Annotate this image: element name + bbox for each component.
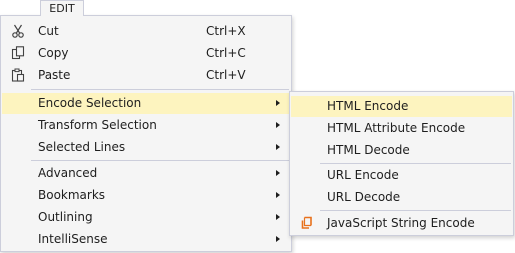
menu-item-advanced[interactable]: Advanced xyxy=(2,163,290,184)
screen: EDIT Cut Ctrl+X Copy Ctrl+C Paste Ctrl+V… xyxy=(0,0,515,253)
menu-item-html-encode[interactable]: HTML Encode xyxy=(291,96,512,117)
submenu-arrow-icon xyxy=(276,100,280,106)
submenu-arrow-icon xyxy=(276,122,280,128)
menu-item-label: URL Decode xyxy=(327,190,401,204)
menu-item-selected-lines[interactable]: Selected Lines xyxy=(2,137,290,158)
menu-item-label: Cut xyxy=(38,24,59,38)
paste-icon xyxy=(10,67,26,83)
javascript-encode-icon xyxy=(299,215,315,231)
menu-item-label: URL Encode xyxy=(327,168,399,182)
menu-separator xyxy=(31,89,289,90)
menu-separator xyxy=(320,210,511,211)
menu-item-paste[interactable]: Paste Ctrl+V xyxy=(2,65,290,86)
menu-item-label: HTML Attribute Encode xyxy=(327,121,466,135)
menu-item-copy[interactable]: Copy Ctrl+C xyxy=(2,43,290,64)
menu-item-cut[interactable]: Cut Ctrl+X xyxy=(2,21,290,42)
menu-separator xyxy=(31,160,289,161)
menu-item-label: Outlining xyxy=(38,210,93,224)
submenu-arrow-icon xyxy=(276,214,280,220)
menu-item-label: HTML Encode xyxy=(327,99,409,113)
menu-item-label: JavaScript String Encode xyxy=(327,216,475,230)
encode-selection-submenu: HTML Encode HTML Attribute Encode HTML D… xyxy=(289,91,514,236)
submenu-arrow-icon xyxy=(276,192,280,198)
menu-separator xyxy=(320,163,511,164)
menu-item-outlining[interactable]: Outlining xyxy=(2,207,290,228)
scissors-icon xyxy=(10,23,26,39)
menu-item-url-decode[interactable]: URL Decode xyxy=(291,187,512,208)
menu-item-label: Advanced xyxy=(38,166,98,180)
edit-menu: Cut Ctrl+X Copy Ctrl+C Paste Ctrl+V Enco… xyxy=(0,15,292,252)
submenu-arrow-icon xyxy=(276,236,280,242)
menu-item-label: Copy xyxy=(38,46,69,60)
submenu-arrow-icon xyxy=(276,144,280,150)
menu-item-label: HTML Decode xyxy=(327,143,410,157)
menu-item-label: Transform Selection xyxy=(38,118,157,132)
menu-item-javascript-string-encode[interactable]: JavaScript String Encode xyxy=(291,213,512,234)
menu-tab-edit[interactable]: EDIT xyxy=(40,0,84,16)
menu-item-intellisense[interactable]: IntelliSense xyxy=(2,229,290,250)
menu-item-label: Bookmarks xyxy=(38,188,106,202)
menu-item-html-attribute-encode[interactable]: HTML Attribute Encode xyxy=(291,118,512,139)
menu-item-transform-selection[interactable]: Transform Selection xyxy=(2,115,290,136)
menu-item-label: Encode Selection xyxy=(38,96,142,110)
submenu-arrow-icon xyxy=(276,170,280,176)
menu-item-html-decode[interactable]: HTML Decode xyxy=(291,140,512,161)
menu-item-shortcut: Ctrl+V xyxy=(206,68,246,82)
menu-item-label: IntelliSense xyxy=(38,232,108,246)
menu-item-url-encode[interactable]: URL Encode xyxy=(291,165,512,186)
menu-item-bookmarks[interactable]: Bookmarks xyxy=(2,185,290,206)
menu-item-label: Paste xyxy=(38,68,71,82)
menu-item-shortcut: Ctrl+X xyxy=(206,24,246,38)
copy-icon xyxy=(10,45,26,61)
menu-item-encode-selection[interactable]: Encode Selection xyxy=(2,93,290,114)
menu-item-label: Selected Lines xyxy=(38,140,126,154)
menu-item-shortcut: Ctrl+C xyxy=(206,46,246,60)
